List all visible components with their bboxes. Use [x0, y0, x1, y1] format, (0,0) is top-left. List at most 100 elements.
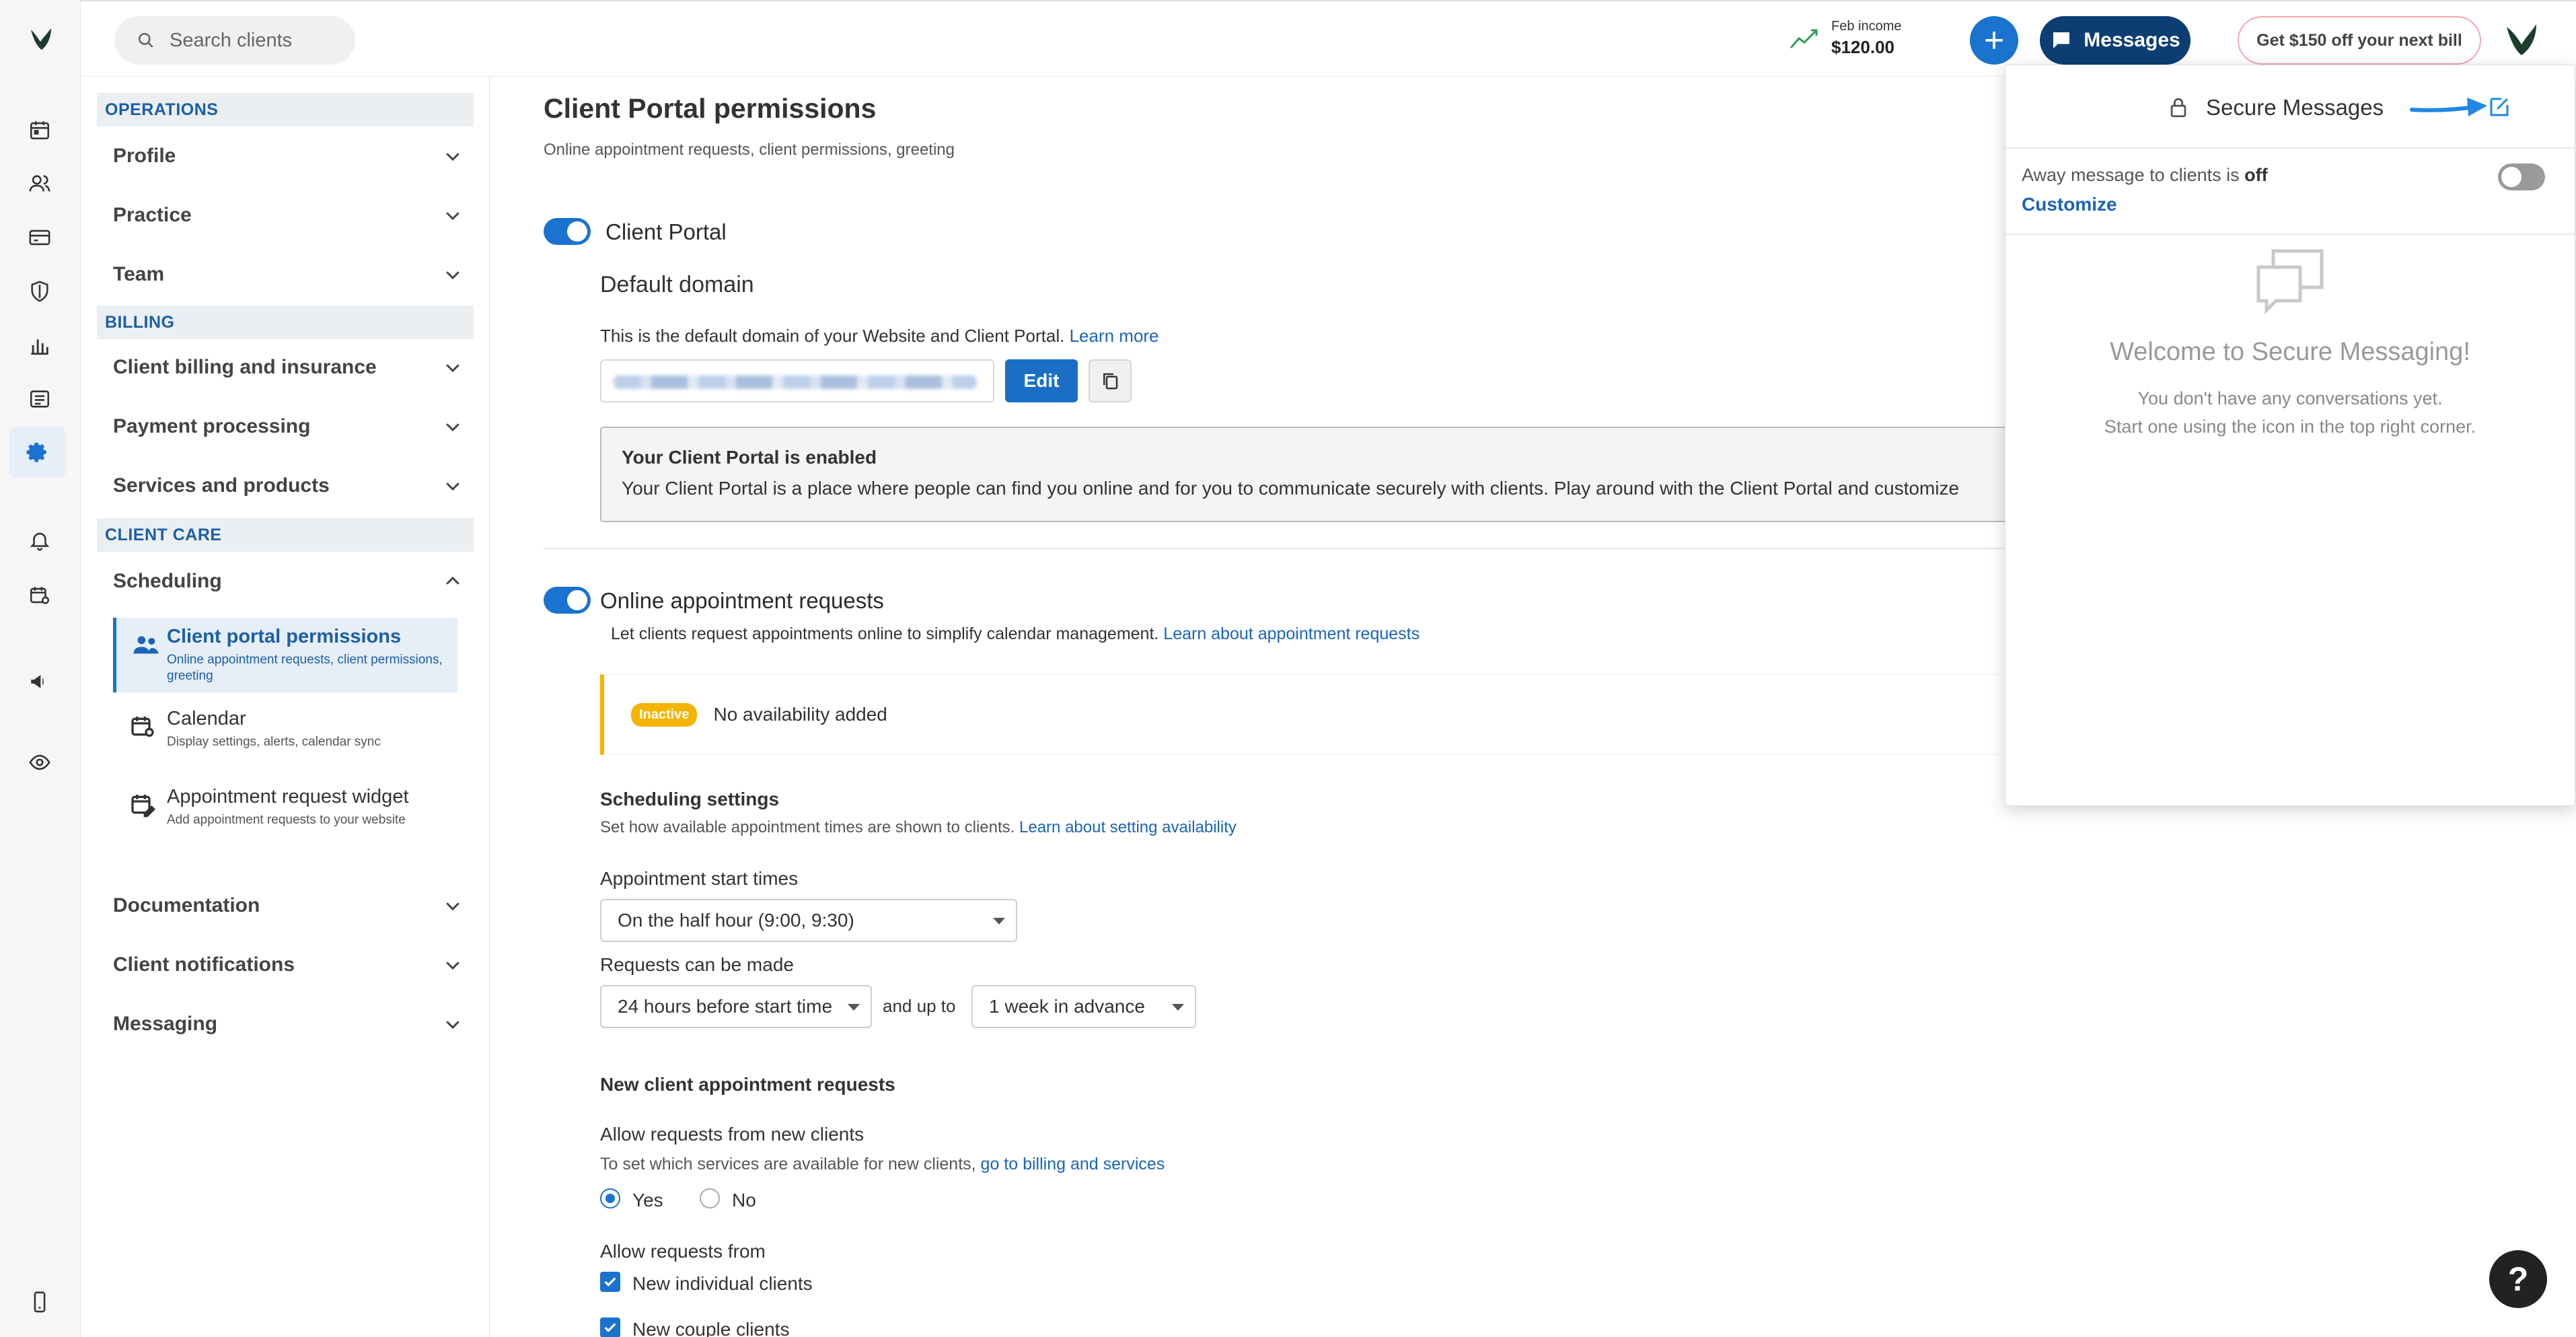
- search-placeholder: Search clients: [170, 29, 293, 51]
- chevron-up-icon: [446, 576, 459, 585]
- calendar-settings-icon: [131, 717, 154, 737]
- search-input[interactable]: Search clients: [114, 16, 355, 65]
- requests-before-value: 24 hours before start time: [618, 996, 833, 1017]
- nav-item-documentation[interactable]: Documentation: [113, 886, 463, 926]
- clients-icon[interactable]: [24, 168, 55, 199]
- nav-item-client-notifications[interactable]: Client notifications: [113, 945, 463, 985]
- and-up-to-label: and up to: [883, 996, 956, 1016]
- client-portal-toggle[interactable]: [544, 218, 591, 245]
- nav-item-scheduling[interactable]: Scheduling: [113, 561, 463, 602]
- requests-made-label: Requests can be made: [600, 954, 794, 975]
- calendar-icon[interactable]: [24, 114, 55, 145]
- section-header-client-care: CLIENT CARE: [97, 518, 474, 552]
- account-avatar-logo-icon[interactable]: [2499, 17, 2544, 63]
- chevron-down-icon: [446, 1021, 459, 1029]
- calendar-settings-icon[interactable]: [24, 580, 55, 611]
- sub-item-title: Appointment request widget: [167, 786, 409, 807]
- default-domain-desc-row: This is the default domain of your Websi…: [600, 326, 1159, 347]
- sub-item-calendar[interactable]: Calendar Display settings, alerts, calen…: [113, 700, 457, 758]
- nav-label: Services and products: [113, 474, 330, 497]
- sub-item-desc: Online appointment requests, client perm…: [167, 653, 443, 683]
- copy-icon: [1103, 373, 1118, 390]
- online-requests-desc: Let clients request appointments online …: [611, 624, 1159, 643]
- individual-clients-checkbox[interactable]: [600, 1272, 620, 1292]
- help-button[interactable]: ?: [2489, 1250, 2547, 1308]
- add-new-button[interactable]: +: [1970, 16, 2018, 65]
- sub-item-desc: Display settings, alerts, calendar sync: [167, 735, 381, 749]
- domain-field[interactable]: [600, 359, 994, 402]
- chat-bubble-icon: [2053, 32, 2070, 48]
- nav-item-payment-processing[interactable]: Payment processing: [113, 406, 463, 447]
- nav-item-services-products[interactable]: Services and products: [113, 466, 463, 506]
- insurance-shield-icon[interactable]: [24, 276, 55, 307]
- nav-item-messaging[interactable]: Messaging: [113, 1004, 463, 1044]
- income-summary[interactable]: Feb income $120.00: [1790, 19, 1902, 58]
- customize-link[interactable]: Customize: [2022, 194, 2559, 215]
- appointment-requests-link[interactable]: Learn about appointment requests: [1163, 624, 1420, 643]
- nav-item-client-billing[interactable]: Client billing and insurance: [113, 347, 463, 388]
- start-times-select[interactable]: On the half hour (9:00, 9:30): [600, 899, 1017, 942]
- sub-item-client-portal-permissions[interactable]: Client portal permissions Online appoint…: [113, 618, 457, 692]
- analytics-icon[interactable]: [24, 330, 55, 361]
- chevron-down-icon: [446, 962, 459, 970]
- settings-sidebar: OPERATIONS Profile Practice Team BILLING…: [81, 77, 490, 1337]
- couple-clients-checkbox[interactable]: [600, 1317, 620, 1337]
- lock-icon: [2170, 98, 2186, 118]
- mobile-app-icon[interactable]: [24, 1287, 55, 1317]
- compose-message-icon[interactable]: [2487, 95, 2511, 119]
- billing-services-link[interactable]: go to billing and services: [981, 1155, 1165, 1173]
- empty-line-2: Start one using the icon in the top righ…: [2104, 417, 2476, 437]
- nav-label: Scheduling: [113, 570, 222, 592]
- away-prefix: Away message to clients is: [2022, 165, 2240, 185]
- requests-advance-value: 1 week in advance: [989, 996, 1145, 1017]
- pointer-arrow-icon: [2410, 98, 2487, 116]
- scheduling-settings-desc-row: Set how available appointment times are …: [600, 818, 1237, 837]
- page-title: Client Portal permissions: [544, 93, 877, 124]
- notes-icon[interactable]: [24, 384, 55, 414]
- nav-item-team[interactable]: Team: [113, 254, 463, 295]
- setting-availability-link[interactable]: Learn about setting availability: [1019, 818, 1237, 836]
- billing-icon[interactable]: [24, 222, 55, 253]
- scheduling-settings-title: Scheduling settings: [600, 789, 780, 809]
- copy-domain-button[interactable]: [1089, 359, 1132, 402]
- app-logo-icon[interactable]: [24, 23, 57, 55]
- online-requests-toggle[interactable]: [544, 587, 591, 614]
- nav-item-practice[interactable]: Practice: [113, 195, 463, 236]
- sub-item-title: Client portal permissions: [167, 626, 402, 647]
- yes-label: Yes: [632, 1190, 663, 1210]
- chevron-down-icon: [446, 271, 459, 280]
- scheduling-settings-desc: Set how available appointment times are …: [600, 818, 1015, 836]
- allow-new-no-radio[interactable]: [700, 1188, 720, 1208]
- dropdown-caret-icon: [1172, 1004, 1184, 1011]
- eye-icon[interactable]: [24, 747, 55, 778]
- default-domain-title: Default domain: [600, 272, 754, 297]
- domain-value-redacted: [614, 375, 977, 389]
- chevron-down-icon: [446, 902, 459, 911]
- messages-button[interactable]: Messages: [2040, 16, 2191, 65]
- sub-item-desc: Add appointment requests to your website: [167, 813, 406, 827]
- away-message-toggle[interactable]: [2498, 164, 2545, 190]
- learn-more-link[interactable]: Learn more: [1070, 326, 1159, 346]
- nav-item-profile[interactable]: Profile: [113, 136, 463, 176]
- new-client-requests-title: New client appointment requests: [600, 1074, 895, 1095]
- away-message-row: Away message to clients is off Customize: [2005, 149, 2575, 235]
- portal-enabled-notice: Your Client Portal is enabled Your Clien…: [600, 427, 2080, 522]
- settings-gear-icon[interactable]: [9, 427, 66, 478]
- requests-advance-select[interactable]: 1 week in advance: [971, 985, 1196, 1028]
- requests-before-select[interactable]: 24 hours before start time: [600, 985, 872, 1028]
- checkmark-icon: [604, 1277, 616, 1287]
- allow-new-clients-label: Allow requests from new clients: [600, 1124, 864, 1145]
- income-label: Feb income: [1831, 19, 1902, 34]
- panel-title: Secure Messages: [2167, 95, 2384, 120]
- income-value: $120.00: [1831, 37, 1894, 57]
- online-requests-desc-row: Let clients request appointments online …: [611, 624, 1420, 644]
- client-portal-label: Client Portal: [605, 219, 727, 244]
- allow-new-yes-radio[interactable]: [600, 1188, 620, 1208]
- edit-domain-button[interactable]: Edit: [1005, 359, 1078, 402]
- megaphone-icon[interactable]: [24, 666, 55, 697]
- promo-button[interactable]: Get $150 off your next bill: [2238, 16, 2481, 65]
- dropdown-caret-icon: [993, 918, 1005, 925]
- sub-item-appointment-request-widget[interactable]: Appointment request widget Add appointme…: [113, 778, 457, 836]
- bell-icon[interactable]: [24, 525, 55, 556]
- inactive-badge: Inactive: [631, 702, 698, 727]
